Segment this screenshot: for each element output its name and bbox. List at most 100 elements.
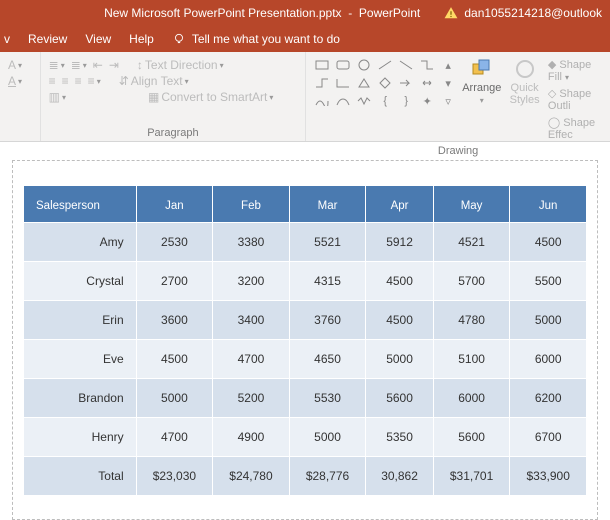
table-row[interactable]: Henry470049005000535056006700 bbox=[24, 418, 587, 457]
table-cell[interactable]: $31,701 bbox=[433, 457, 510, 496]
shape-line-icon[interactable] bbox=[377, 58, 393, 72]
table-cell[interactable]: 5000 bbox=[510, 301, 587, 340]
table-row[interactable]: Brandon500052005530560060006200 bbox=[24, 379, 587, 418]
shape-connector-icon[interactable] bbox=[419, 58, 435, 72]
table-header[interactable]: May bbox=[433, 186, 510, 223]
shape-elbow-icon[interactable] bbox=[314, 76, 330, 90]
indent-left-icon[interactable]: ⇤ bbox=[93, 58, 103, 72]
table-cell[interactable]: 4900 bbox=[213, 418, 290, 457]
table-row[interactable]: Crystal270032004315450057005500 bbox=[24, 262, 587, 301]
table-header[interactable]: Mar bbox=[289, 186, 366, 223]
shape-star-icon[interactable]: ✦ bbox=[419, 94, 435, 108]
table-header[interactable]: Feb bbox=[213, 186, 290, 223]
shape-rect-icon[interactable] bbox=[314, 58, 330, 72]
shape-elbow2-icon[interactable] bbox=[335, 76, 351, 90]
table-cell[interactable]: 5530 bbox=[289, 379, 366, 418]
indent-right-icon[interactable]: ⇥ bbox=[109, 58, 119, 72]
shape-zigzag-icon[interactable] bbox=[356, 94, 372, 108]
shape-line2-icon[interactable] bbox=[398, 58, 414, 72]
table-cell[interactable]: 5912 bbox=[366, 223, 433, 262]
gallery-more-icon[interactable]: ▿ bbox=[440, 94, 456, 108]
table-cell[interactable]: 4780 bbox=[433, 301, 510, 340]
gallery-scroll-up-icon[interactable]: ▴ bbox=[440, 58, 456, 72]
align-right-icon[interactable]: ≡ bbox=[75, 74, 82, 88]
table-cell[interactable]: 5350 bbox=[366, 418, 433, 457]
table-cell[interactable]: 4650 bbox=[289, 340, 366, 379]
arrange-button[interactable]: Arrange ▾ bbox=[462, 58, 501, 105]
table-cell[interactable]: 3600 bbox=[136, 301, 213, 340]
shape-circle-icon[interactable] bbox=[356, 58, 372, 72]
table-cell[interactable]: 6200 bbox=[510, 379, 587, 418]
table-row[interactable]: Erin360034003760450047805000 bbox=[24, 301, 587, 340]
table-cell[interactable]: Crystal bbox=[24, 262, 137, 301]
table-cell[interactable]: 4500 bbox=[366, 301, 433, 340]
align-center-icon[interactable]: ≡ bbox=[62, 74, 69, 88]
table-cell[interactable]: 5200 bbox=[213, 379, 290, 418]
table-cell[interactable]: 5600 bbox=[366, 379, 433, 418]
table-cell[interactable]: 3380 bbox=[213, 223, 290, 262]
align-left-icon[interactable]: ≡ bbox=[49, 74, 56, 88]
tell-me-search[interactable]: Tell me what you want to do bbox=[172, 32, 340, 46]
tab-help[interactable]: Help bbox=[129, 32, 154, 46]
table-cell[interactable]: 5000 bbox=[366, 340, 433, 379]
table-cell[interactable]: 6700 bbox=[510, 418, 587, 457]
slide[interactable]: SalespersonJanFebMarAprMayJun Amy2530338… bbox=[12, 160, 598, 520]
table-cell[interactable]: 5000 bbox=[289, 418, 366, 457]
tab-review[interactable]: Review bbox=[28, 32, 67, 46]
sales-table[interactable]: SalespersonJanFebMarAprMayJun Amy2530338… bbox=[23, 185, 587, 496]
table-cell[interactable]: 5100 bbox=[433, 340, 510, 379]
table-header[interactable]: Jan bbox=[136, 186, 213, 223]
table-cell[interactable]: Erin bbox=[24, 301, 137, 340]
table-cell[interactable]: 4700 bbox=[136, 418, 213, 457]
table-cell[interactable]: Henry bbox=[24, 418, 137, 457]
table-row[interactable]: Amy253033805521591245214500 bbox=[24, 223, 587, 262]
table-cell[interactable]: 4500 bbox=[366, 262, 433, 301]
justify-icon[interactable]: ≡▾ bbox=[88, 74, 101, 88]
table-cell[interactable]: 3760 bbox=[289, 301, 366, 340]
convert-smartart-button[interactable]: ▦ Convert to SmartArt ▾ bbox=[148, 90, 273, 104]
shape-effects-button[interactable]: ◯ Shape Effec bbox=[548, 116, 602, 141]
table-cell[interactable]: $24,780 bbox=[213, 457, 290, 496]
columns-icon[interactable]: ▥▾ bbox=[49, 90, 66, 104]
table-cell[interactable]: Total bbox=[24, 457, 137, 496]
table-cell[interactable]: 3200 bbox=[213, 262, 290, 301]
table-cell[interactable]: 4500 bbox=[510, 223, 587, 262]
table-cell[interactable]: $23,030 bbox=[136, 457, 213, 496]
shape-rounded-rect-icon[interactable] bbox=[335, 58, 351, 72]
table-cell[interactable]: Brandon bbox=[24, 379, 137, 418]
table-cell[interactable]: 5000 bbox=[136, 379, 213, 418]
table-cell[interactable]: Eve bbox=[24, 340, 137, 379]
tab-view[interactable]: View bbox=[85, 32, 111, 46]
table-cell[interactable]: 3400 bbox=[213, 301, 290, 340]
table-header[interactable]: Salesperson bbox=[24, 186, 137, 223]
table-cell[interactable]: 2700 bbox=[136, 262, 213, 301]
shape-curve-icon[interactable] bbox=[314, 94, 330, 108]
bullets-icon[interactable]: ≣▾ bbox=[49, 58, 65, 72]
text-direction-button[interactable]: ↕ Text Direction ▾ bbox=[137, 58, 224, 72]
shape-triangle-icon[interactable] bbox=[356, 76, 372, 90]
quick-styles-button[interactable]: Quick Styles bbox=[507, 58, 542, 106]
table-cell[interactable]: 6000 bbox=[433, 379, 510, 418]
shape-fill-button[interactable]: ◆ Shape Fill ▾ bbox=[548, 58, 602, 83]
shape-doublearrow-icon[interactable] bbox=[419, 76, 435, 90]
table-cell[interactable]: 2530 bbox=[136, 223, 213, 262]
font-color-stub-icon[interactable]: A ▾ bbox=[8, 74, 22, 88]
table-cell[interactable]: Amy bbox=[24, 223, 137, 262]
numbering-icon[interactable]: ≣▾ bbox=[71, 58, 87, 72]
table-row[interactable]: Eve450047004650500051006000 bbox=[24, 340, 587, 379]
shapes-gallery[interactable]: ▴ ▾ { } ✦ ▿ bbox=[314, 58, 456, 108]
table-cell[interactable]: 5700 bbox=[433, 262, 510, 301]
account-area[interactable]: dan1055214218@outlook bbox=[444, 6, 610, 20]
shape-diamond-icon[interactable] bbox=[377, 76, 393, 90]
gallery-scroll-down-icon[interactable]: ▾ bbox=[440, 76, 456, 90]
table-cell[interactable]: 30,862 bbox=[366, 457, 433, 496]
font-size-stub-icon[interactable]: A▾ bbox=[8, 58, 22, 72]
table-cell[interactable]: 4500 bbox=[136, 340, 213, 379]
shape-outline-button[interactable]: ◇ Shape Outli bbox=[548, 87, 602, 112]
table-cell[interactable]: $28,776 bbox=[289, 457, 366, 496]
tab-cutoff[interactable]: v bbox=[4, 32, 10, 46]
table-cell[interactable]: $33,900 bbox=[510, 457, 587, 496]
shape-arrow-icon[interactable] bbox=[398, 76, 414, 90]
table-header[interactable]: Apr bbox=[366, 186, 433, 223]
table-cell[interactable]: 5500 bbox=[510, 262, 587, 301]
